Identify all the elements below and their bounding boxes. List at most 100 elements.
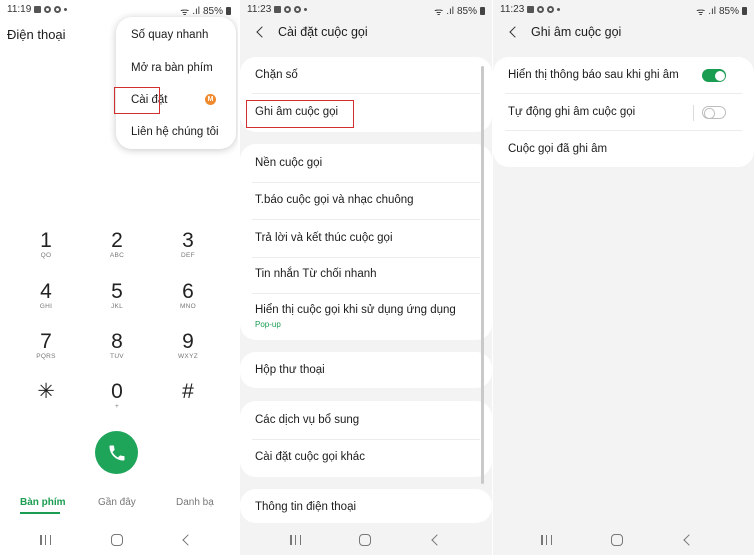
call-settings-screen: 11:23 ᯤ .ıl 85% Cài đặt cuộc gọi Chặn số G… <box>240 0 492 555</box>
tab-keypad[interactable]: Bàn phím <box>20 497 66 508</box>
dial-key[interactable]: 2 ABC <box>92 230 142 260</box>
recent-apps-icon[interactable] <box>290 535 301 545</box>
screen-header: Cài đặt cuộc gọi <box>254 25 368 39</box>
setting-answer-end[interactable]: Trả lời và kết thúc cuộc gọi <box>255 232 393 244</box>
back-arrow-icon[interactable] <box>256 26 268 38</box>
dial-key[interactable]: 9 WXYZ <box>163 331 213 361</box>
setting-phone-info[interactable]: Thông tin điện thoại <box>255 501 356 513</box>
setting-recorded-calls[interactable]: Cuộc gọi đã ghi âm <box>508 143 607 155</box>
settings-group-4: Các dịch vụ bổ sung Cài đặt cuộc gọi khá… <box>240 401 492 477</box>
dial-key[interactable]: 0 + <box>92 381 142 411</box>
setting-voicemail[interactable]: Hộp thư thoại <box>255 364 325 376</box>
gallery-icon <box>274 6 282 13</box>
divider <box>252 439 480 440</box>
notification-badge: M <box>205 94 216 105</box>
dial-key[interactable]: 7 PQRS <box>21 331 71 361</box>
setting-block-numbers[interactable]: Chặn số <box>255 69 298 81</box>
home-icon[interactable] <box>611 534 623 546</box>
setting-notify-after-recording[interactable]: Hiển thị thông báo sau khi ghi âm <box>508 69 679 81</box>
navigation-bar <box>0 525 238 555</box>
dial-key-digit: 5 <box>111 280 123 303</box>
tab-contacts[interactable]: Danh bạ <box>176 497 214 508</box>
setting-ringtone[interactable]: T.báo cuộc gọi và nhạc chuông <box>255 194 414 206</box>
recent-apps-icon[interactable] <box>541 535 552 545</box>
settings-group-3: Hộp thư thoại <box>240 352 492 388</box>
recent-apps-icon[interactable] <box>40 535 51 545</box>
scrollbar[interactable] <box>481 66 484 484</box>
screen-title: Ghi âm cuộc gọi <box>531 25 622 39</box>
setting-call-background[interactable]: Nền cuộc gọi <box>255 157 322 169</box>
gallery-icon <box>527 6 535 13</box>
dial-key-digit: 1 <box>40 229 52 252</box>
dial-key-digit: 6 <box>182 280 194 303</box>
back-icon[interactable] <box>431 534 443 546</box>
overflow-menu: Số quay nhanh Mở ra bàn phím Cài đặt Liê… <box>116 17 236 149</box>
dot-icon <box>304 8 308 11</box>
highlight-box <box>114 87 160 114</box>
call-button[interactable] <box>95 431 138 474</box>
divider <box>252 257 480 258</box>
menu-item-open-keypad[interactable]: Mở ra bàn phím <box>131 62 213 74</box>
gallery-icon <box>34 6 42 13</box>
dial-key[interactable]: 8 TUV <box>92 331 142 361</box>
call-recording-screen: 11:23 ᯤ .ıl 85% Ghi âm cuộc gọi Hiển thị t… <box>493 0 754 555</box>
divider <box>505 130 742 131</box>
signal-icon: .ıl <box>446 5 454 17</box>
dialer-screen: 11:19 ᯤ .ıl 85% Điện thoại Số quay nhanh M… <box>0 0 238 555</box>
settings-icon <box>44 6 52 13</box>
dial-key-letters: QO <box>40 252 52 259</box>
setting-auto-record[interactable]: Tự động ghi âm cuộc gọi <box>508 106 635 118</box>
divider <box>252 219 480 220</box>
divider <box>252 93 480 94</box>
dial-key[interactable]: 5 JKL <box>92 281 142 311</box>
settings-icon <box>547 6 555 13</box>
dial-key[interactable]: 3 DEF <box>163 230 213 260</box>
screenshot-stage: 11:19 ᯤ .ıl 85% Điện thoại Số quay nhanh M… <box>0 0 754 555</box>
tab-indicator <box>20 512 60 514</box>
dial-key[interactable]: # <box>163 381 213 403</box>
dial-key[interactable]: ✳ <box>21 381 71 403</box>
home-icon[interactable] <box>359 534 371 546</box>
signal-icon: .ıl <box>708 5 716 17</box>
dial-key[interactable]: 6 MNO <box>163 281 213 311</box>
auto-record-toggle[interactable] <box>702 106 726 119</box>
setting-call-display[interactable]: Hiển thị cuộc gọi khi sử dụng ứng dụng <box>255 304 456 316</box>
status-time: 11:23 <box>500 4 525 15</box>
signal-icon: .ıl <box>192 5 200 17</box>
wifi-icon: ᯤ <box>696 7 706 18</box>
status-time: 11:23 <box>247 4 272 15</box>
dial-key[interactable]: 4 GHI <box>21 281 71 311</box>
back-icon[interactable] <box>182 534 194 546</box>
recording-settings-group: Hiển thị thông báo sau khi ghi âm Tự độn… <box>493 57 754 167</box>
app-title: Điện thoại <box>7 27 66 42</box>
settings-group-5: Thông tin điện thoại <box>240 489 492 523</box>
status-bar: 11:23 ᯤ .ıl 85% <box>493 0 754 18</box>
menu-item-contact-us[interactable]: Liên hệ chúng tôi <box>131 126 219 138</box>
dial-key[interactable]: 1 QO <box>21 230 71 260</box>
setting-supplementary[interactable]: Các dịch vụ bổ sung <box>255 414 359 426</box>
battery-icon <box>226 7 231 15</box>
setting-more-call-settings[interactable]: Cài đặt cuộc gọi khác <box>255 451 365 463</box>
settings-icon <box>537 6 545 13</box>
back-icon[interactable] <box>683 534 695 546</box>
setting-quick-decline[interactable]: Tin nhắn Từ chối nhanh <box>255 268 377 280</box>
back-arrow-icon[interactable] <box>509 26 521 38</box>
dial-key-digit: 9 <box>182 330 194 353</box>
dial-key-digit: 4 <box>40 280 52 303</box>
setting-call-display-value: Pop-up <box>255 320 281 329</box>
notify-after-recording-toggle[interactable] <box>702 69 726 82</box>
dial-key-digit: 3 <box>182 229 194 252</box>
dial-key-digit: 7 <box>40 330 52 353</box>
menu-item-speed-dial[interactable]: Số quay nhanh <box>131 29 208 41</box>
settings-icon <box>294 6 302 13</box>
dial-key-digit: ✳ <box>37 380 55 403</box>
battery-icon <box>742 7 747 15</box>
dot-icon <box>557 8 561 11</box>
tab-recents[interactable]: Gần đây <box>98 497 136 508</box>
settings-icon <box>54 6 62 13</box>
dial-key-letters: MNO <box>179 303 197 310</box>
dial-key-letters: JKL <box>110 303 124 310</box>
highlight-box <box>246 100 354 128</box>
divider <box>505 93 742 94</box>
home-icon[interactable] <box>111 534 123 546</box>
